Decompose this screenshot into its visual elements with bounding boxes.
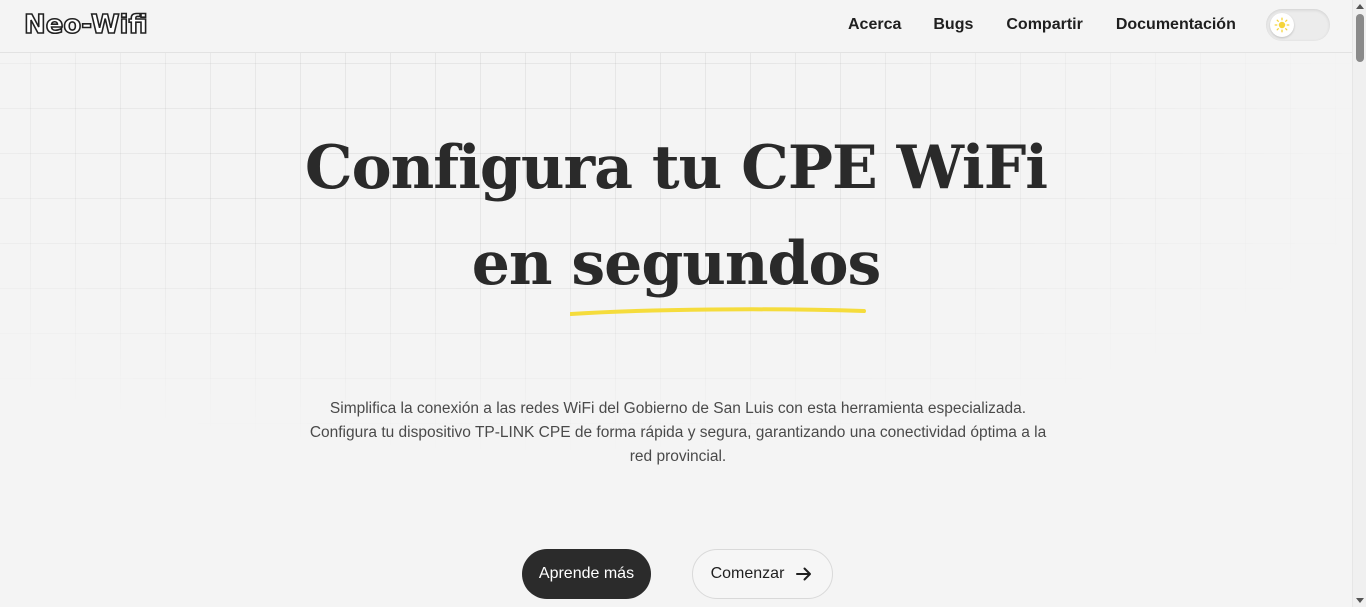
hero-title-highlight: segundos xyxy=(571,229,881,299)
nav-link-bugs[interactable]: Bugs xyxy=(933,14,973,36)
highlight-underline xyxy=(570,307,866,316)
get-started-label: Comenzar xyxy=(710,565,785,582)
top-nav-bar: Neo-Wifi Acerca Bugs Compartir Documenta… xyxy=(0,0,1352,53)
scrollbar-thumb[interactable] xyxy=(1356,14,1364,62)
scroll-down-icon[interactable] xyxy=(1356,598,1364,603)
site-logo[interactable]: Neo-Wifi xyxy=(23,8,148,42)
nav-link-documentacion[interactable]: Documentación xyxy=(1116,14,1236,36)
hero-description: Simplifica la conexión a las redes WiFi … xyxy=(309,400,1047,465)
nav-link-acerca[interactable]: Acerca xyxy=(848,14,901,36)
nav-link-compartir[interactable]: Compartir xyxy=(1006,14,1082,36)
main-nav: Acerca Bugs Compartir Documentación xyxy=(848,14,1236,36)
hero-title-prefix: en xyxy=(471,229,553,299)
theme-toggle[interactable] xyxy=(1266,9,1330,41)
page-scrollbar[interactable] xyxy=(1352,0,1366,607)
page: Neo-Wifi Acerca Bugs Compartir Documenta… xyxy=(0,0,1366,607)
learn-more-button[interactable]: Aprende más xyxy=(522,549,651,599)
learn-more-label: Aprende más xyxy=(538,565,635,582)
arrow-right-icon xyxy=(796,567,812,581)
sun-icon xyxy=(1274,17,1290,33)
hero-title-line-2: en segundos xyxy=(0,226,1352,302)
scroll-up-icon[interactable] xyxy=(1356,4,1364,9)
theme-toggle-knob xyxy=(1270,13,1294,37)
hero-title-line-1: Configura tu CPE WiFi xyxy=(304,133,1048,203)
get-started-button[interactable]: Comenzar xyxy=(692,549,833,599)
